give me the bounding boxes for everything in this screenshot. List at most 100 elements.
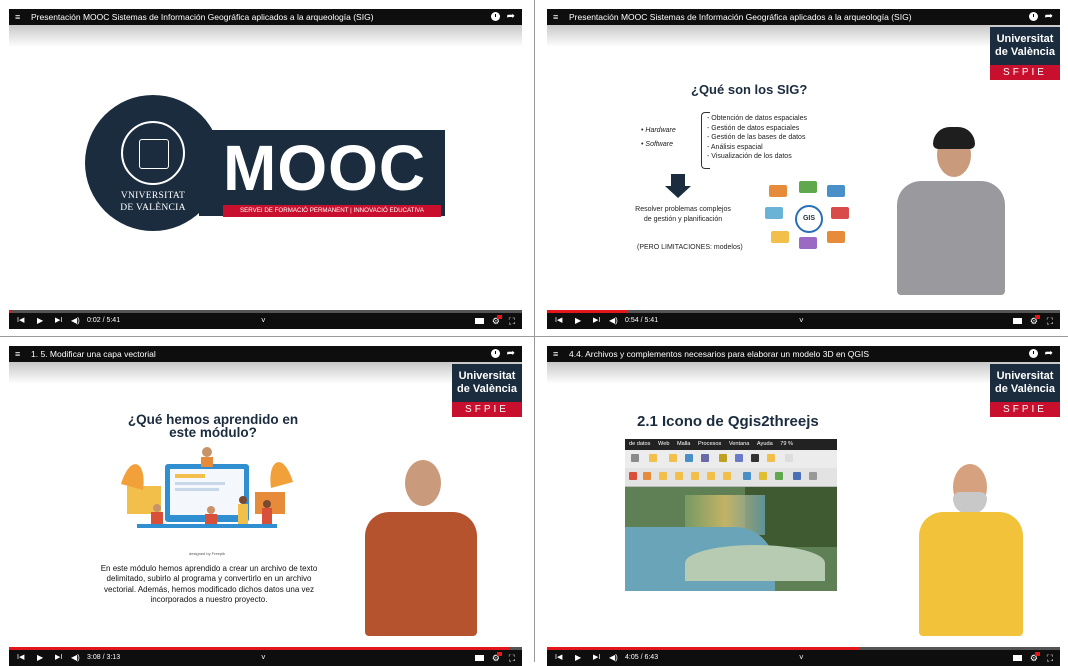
menu-item[interactable]: Malla (677, 441, 690, 447)
vertical-divider (534, 0, 535, 662)
settings-gear-icon[interactable]: ⚙ (1030, 313, 1040, 329)
share-icon[interactable]: ➦ (507, 9, 515, 25)
play-icon[interactable]: ▶ (575, 313, 581, 329)
qgis2threejs-icon[interactable] (775, 472, 783, 480)
identify-icon[interactable] (669, 454, 677, 462)
previous-icon[interactable]: I◀ (17, 650, 24, 666)
horizontal-divider (0, 336, 1068, 337)
list-item: - Gestión de datos espaciales (707, 124, 800, 132)
sun-icon[interactable] (719, 454, 727, 462)
chevron-down-icon[interactable]: ˅ (261, 313, 266, 329)
player-controls: I◀ ▶ ▶I ◀) 0:02 / 5:41 ˅ ⚙ ⛶ (9, 313, 522, 329)
settings-gear-icon[interactable]: ⚙ (1030, 650, 1040, 666)
zoom-icon[interactable] (631, 454, 639, 462)
zoom-level: 79 % (780, 441, 793, 447)
list-item: - Gestión de las bases de datos (707, 134, 806, 142)
player-topbar: ≡ Presentación MOOC Sistemas de Informac… (547, 9, 1060, 25)
tips-icon[interactable] (767, 454, 775, 462)
arrow-down-icon (665, 174, 691, 198)
presenter-body (365, 512, 477, 636)
subtitles-icon[interactable] (1013, 318, 1022, 324)
plugin-icon[interactable] (659, 472, 667, 480)
plugin-icon[interactable] (691, 472, 699, 480)
playlist-icon[interactable]: ≡ (553, 9, 558, 25)
note-icon[interactable] (785, 454, 793, 462)
presenter-head (405, 460, 441, 506)
subtitles-icon[interactable] (1013, 655, 1022, 661)
fullscreen-icon[interactable]: ⛶ (509, 313, 515, 329)
settings-gear-icon[interactable]: ⚙ (492, 313, 502, 329)
video-title[interactable]: Presentación MOOC Sistemas de Informació… (569, 9, 912, 25)
plugin-icon[interactable] (707, 472, 715, 480)
subtitles-icon[interactable] (475, 655, 484, 661)
share-icon[interactable]: ➦ (1045, 346, 1053, 362)
university-badge: Universitat de València SFPIE (990, 27, 1060, 80)
menu-item[interactable]: Ayuda (757, 441, 773, 447)
chevron-down-icon[interactable]: ˅ (799, 313, 804, 329)
watch-later-icon[interactable] (1029, 349, 1038, 358)
next-icon[interactable]: ▶I (593, 650, 600, 666)
sig-functions-list: - Obtención de datos espaciales - Gestió… (707, 114, 807, 162)
volume-icon[interactable]: ◀) (71, 313, 80, 329)
video-player-4[interactable]: ≡ 4.4. Archivos y complementos necesario… (547, 346, 1060, 666)
playlist-icon[interactable]: ≡ (15, 346, 20, 362)
fullscreen-icon[interactable]: ⛶ (1047, 650, 1053, 666)
share-icon[interactable]: ➦ (1045, 9, 1053, 25)
warning-icon[interactable] (759, 472, 767, 480)
next-icon[interactable]: ▶I (55, 313, 62, 329)
previous-icon[interactable]: I◀ (555, 650, 562, 666)
video-title[interactable]: 1. 5. Modificar una capa vectorial (31, 346, 156, 362)
video-player-3[interactable]: ≡ 1. 5. Modificar una capa vectorial ➦ U… (9, 346, 522, 666)
chevron-down-icon[interactable]: ˅ (261, 650, 266, 666)
measure-icon[interactable] (751, 454, 759, 462)
python-icon[interactable] (793, 472, 801, 480)
student-body (151, 512, 163, 524)
previous-icon[interactable]: I◀ (17, 313, 24, 329)
menu-item[interactable]: Ventana (729, 441, 750, 447)
student-body (238, 504, 248, 524)
fullscreen-icon[interactable]: ⛶ (1047, 313, 1053, 329)
video-player-2[interactable]: ≡ Presentación MOOC Sistemas de Informac… (547, 9, 1060, 329)
watch-later-icon[interactable] (491, 349, 500, 358)
subtitles-icon[interactable] (475, 318, 484, 324)
time-display: 3:08 / 3:13 (87, 654, 121, 661)
share-icon[interactable]: ➦ (507, 346, 515, 362)
select-icon[interactable] (649, 454, 657, 462)
previous-icon[interactable]: I◀ (555, 313, 562, 329)
volume-icon[interactable]: ◀) (609, 650, 618, 666)
table-icon[interactable] (685, 454, 693, 462)
video-title[interactable]: 4.4. Archivos y complementos necesarios … (569, 346, 869, 362)
play-icon[interactable]: ▶ (575, 650, 581, 666)
plugin-icon[interactable] (643, 472, 651, 480)
qgis-map-canvas[interactable] (625, 487, 837, 591)
plugin-icon[interactable] (629, 472, 637, 480)
sum-icon[interactable] (735, 454, 743, 462)
plugin-icon[interactable] (723, 472, 731, 480)
fullscreen-icon[interactable]: ⛶ (509, 650, 515, 666)
top-shade (9, 362, 522, 384)
video-player-1[interactable]: ≡ Presentación MOOC Sistemas de Informac… (9, 9, 522, 329)
qgis-toolbar-2 (625, 468, 837, 487)
watch-later-icon[interactable] (1029, 12, 1038, 21)
menu-item[interactable]: Procesos (698, 441, 721, 447)
next-icon[interactable]: ▶I (593, 313, 600, 329)
volume-icon[interactable]: ◀) (609, 313, 618, 329)
volume-icon[interactable]: ◀) (71, 650, 80, 666)
watch-later-icon[interactable] (491, 12, 500, 21)
playlist-icon[interactable]: ≡ (15, 9, 20, 25)
plugin-icon[interactable] (675, 472, 683, 480)
play-icon[interactable]: ▶ (37, 313, 43, 329)
grass-icon[interactable] (743, 472, 751, 480)
student-body (201, 457, 213, 467)
map-tips-icon[interactable] (809, 472, 817, 480)
play-icon[interactable]: ▶ (37, 650, 43, 666)
menu-item[interactable]: Web (658, 441, 669, 447)
playlist-icon[interactable]: ≡ (553, 346, 558, 362)
next-icon[interactable]: ▶I (55, 650, 62, 666)
student-head (263, 500, 271, 508)
chevron-down-icon[interactable]: ˅ (799, 650, 804, 666)
video-title[interactable]: Presentación MOOC Sistemas de Informació… (31, 9, 374, 25)
settings-gear-icon[interactable]: ⚙ (492, 650, 502, 666)
calc-icon[interactable] (701, 454, 709, 462)
menu-item[interactable]: de datos (629, 441, 650, 447)
